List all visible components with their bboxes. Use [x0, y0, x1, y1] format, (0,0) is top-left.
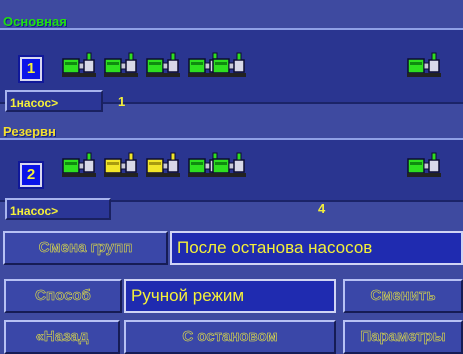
reserve-group-title: Резервн — [3, 124, 56, 139]
change-button[interactable]: Сменить — [343, 279, 463, 313]
pump-icon[interactable] — [104, 50, 138, 85]
pump-icon[interactable] — [146, 150, 180, 185]
primary-group-number[interactable]: 1 — [20, 57, 42, 81]
reserve-pumps — [62, 150, 462, 184]
stop-mode-button[interactable]: С остановом — [124, 320, 336, 354]
method-label: Способ — [4, 279, 122, 313]
primary-pump-count: 1 — [118, 94, 126, 109]
back-button[interactable]: «Назад — [4, 320, 120, 354]
pump-icon[interactable] — [62, 50, 96, 85]
pump-icon[interactable] — [104, 150, 138, 185]
pump-icon[interactable] — [62, 150, 96, 185]
pump-icon[interactable] — [212, 150, 246, 185]
reserve-pump-count-button[interactable]: 1насос> — [5, 198, 111, 220]
pump-icon[interactable] — [146, 50, 180, 85]
primary-group-title: Основная — [3, 14, 67, 29]
change-group-value[interactable]: После останова насосов — [170, 231, 463, 265]
pump-icon[interactable] — [212, 50, 246, 85]
method-value[interactable]: Ручной режим — [124, 279, 336, 313]
change-group-label: Смена групп — [3, 231, 168, 265]
reserve-pump-count: 4 — [318, 201, 326, 216]
primary-pumps — [62, 50, 462, 84]
primary-pump-count-button[interactable]: 1насос> — [5, 90, 103, 112]
reserve-group-number[interactable]: 2 — [20, 163, 42, 187]
pump-icon[interactable] — [407, 50, 441, 85]
pump-icon[interactable] — [407, 150, 441, 185]
parameters-button[interactable]: Параметры — [343, 320, 463, 354]
